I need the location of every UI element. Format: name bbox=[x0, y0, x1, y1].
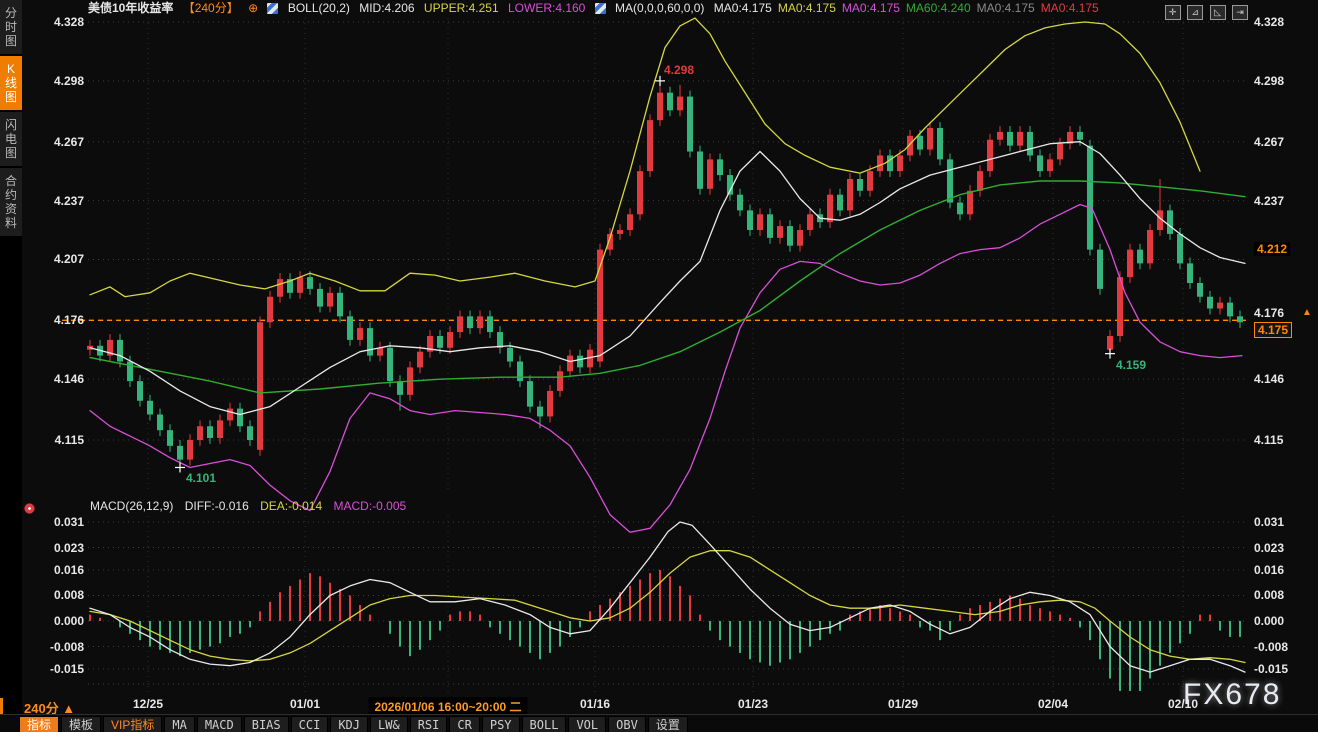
toolbar-button-macd[interactable]: MACD bbox=[197, 716, 242, 732]
ma-value: MA0:4.175 bbox=[842, 1, 900, 15]
boll-label: BOLL(20,2) bbox=[288, 1, 350, 15]
toolbar-button-psy[interactable]: PSY bbox=[482, 716, 520, 732]
toolbar-button-vol[interactable]: VOL bbox=[568, 716, 606, 732]
axis-tick: 0.000 bbox=[1254, 614, 1284, 628]
zoom-range-icon[interactable]: ⊿ bbox=[1187, 5, 1203, 20]
chart-application: { "header": { "symbol": "美债10年收益率", "per… bbox=[0, 0, 1318, 732]
macd-header: MACD(26,12,9) DIFF:-0.016 DEA:-0.014 MAC… bbox=[90, 499, 414, 513]
axis-tick: 0.008 bbox=[1254, 588, 1284, 602]
toolbar-button-boll[interactable]: BOLL bbox=[522, 716, 567, 732]
date-tick: 12/25 bbox=[133, 697, 163, 711]
ma-value: MA0:4.175 bbox=[977, 1, 1035, 15]
price-up-arrow-icon: ▲ bbox=[1302, 307, 1312, 318]
macd-title: MACD(26,12,9) bbox=[90, 499, 173, 513]
indicator-chip-icon bbox=[595, 3, 606, 14]
toolbar-button-lw-[interactable]: LW& bbox=[370, 716, 408, 732]
hot-marker-icon bbox=[24, 503, 35, 514]
axis-tick: 0.023 bbox=[0, 541, 84, 555]
date-tick: 01/01 bbox=[290, 697, 320, 711]
date-tick: 02/04 bbox=[1038, 697, 1068, 711]
boll-mid-value: MID:4.206 bbox=[359, 1, 414, 15]
axis-tick: 0.016 bbox=[0, 563, 84, 577]
ma-value: MA60:4.240 bbox=[906, 1, 971, 15]
axis-tick: 4.267 bbox=[1254, 135, 1284, 149]
add-indicator-icon[interactable]: ⊕ bbox=[248, 1, 258, 15]
toolbar-button-cr[interactable]: CR bbox=[449, 716, 479, 732]
toolbar-button-obv[interactable]: OBV bbox=[608, 716, 646, 732]
macd-diff-value: DIFF:-0.016 bbox=[185, 499, 249, 513]
macd-macd-value: MACD:-0.005 bbox=[333, 499, 406, 513]
indicator-chip-icon bbox=[267, 3, 278, 14]
axis-tick: 4.207 bbox=[0, 252, 84, 266]
toolbar-button-rsi[interactable]: RSI bbox=[410, 716, 448, 732]
axis-tick: 4.146 bbox=[0, 372, 84, 386]
toolbar-button-bias[interactable]: BIAS bbox=[244, 716, 289, 732]
axis-tick: 4.115 bbox=[1254, 433, 1283, 447]
axis-tick: 4.176 bbox=[0, 313, 84, 327]
move-icon[interactable]: ✛ bbox=[1165, 5, 1181, 20]
ma-value: MA0:4.175 bbox=[778, 1, 836, 15]
macd-dea-value: DEA:-0.014 bbox=[260, 499, 322, 513]
price-extreme-label: 4.101 bbox=[186, 471, 216, 485]
fx678-watermark: FX678 bbox=[1183, 678, 1281, 712]
toolbar-button--[interactable]: 设置 bbox=[648, 716, 688, 732]
ma-label: MA(0,0,0,60,0,0) bbox=[615, 1, 704, 15]
axis-tick: -0.015 bbox=[1254, 662, 1288, 676]
axis-tick: -0.008 bbox=[1254, 640, 1288, 654]
date-tick: 01/16 bbox=[580, 697, 610, 711]
boll-upper-value: UPPER:4.251 bbox=[424, 1, 499, 15]
ma-values: MA0:4.175 MA0:4.175 MA0:4.175 MA60:4.240 MA0… bbox=[714, 1, 1105, 15]
axis-tick: 4.298 bbox=[1254, 74, 1284, 88]
axis-tick: -0.015 bbox=[0, 662, 84, 676]
toolbar-button-cci[interactable]: CCI bbox=[291, 716, 329, 732]
toolbar-button--[interactable]: 指标 bbox=[19, 716, 59, 732]
date-tick: 01/23 bbox=[738, 697, 768, 711]
symbol-title: 美债10年收益率 bbox=[88, 1, 173, 15]
axis-tick: 4.328 bbox=[0, 15, 84, 29]
axis-tick: 4.328 bbox=[1254, 15, 1284, 29]
bottom-toolbar: 指标模板VIP指标MAMACDBIASCCIKDJLW&RSICRPSYBOLL… bbox=[0, 714, 1318, 732]
axis-tick: 0.000 bbox=[0, 614, 84, 628]
boll-lower-value: LOWER:4.160 bbox=[508, 1, 585, 15]
axis-tick: 0.031 bbox=[1254, 515, 1284, 529]
toolbar-button-kdj[interactable]: KDJ bbox=[330, 716, 368, 732]
price-extreme-label: 4.159 bbox=[1116, 358, 1146, 372]
chart-header: 美债10年收益率 【240分】 ⊕ BOLL(20,2) MID:4.206 U… bbox=[88, 1, 1111, 17]
axis-tick: 0.008 bbox=[0, 588, 84, 602]
axis-tick: 4.212 bbox=[1254, 242, 1290, 256]
axis-tick: 4.237 bbox=[0, 194, 84, 208]
period-badge: 【240分】 bbox=[183, 1, 239, 15]
axis-tick: 0.023 bbox=[1254, 541, 1284, 555]
price-extreme-label: 4.298 bbox=[664, 63, 694, 77]
zoom-out-range-icon[interactable]: ◺ bbox=[1210, 5, 1226, 20]
toolbar-button-ma[interactable]: MA bbox=[164, 716, 194, 732]
axis-tick: 4.237 bbox=[1254, 194, 1284, 208]
axis-tick: 0.016 bbox=[1254, 563, 1284, 577]
ma-value: MA0:4.175 bbox=[1041, 1, 1099, 15]
axis-tick: 4.298 bbox=[0, 74, 84, 88]
window-controls: ✛ ⊿ ◺ ⇥ bbox=[1163, 2, 1248, 20]
axis-tick: -0.008 bbox=[0, 640, 84, 654]
pan-right-icon[interactable]: ⇥ bbox=[1232, 5, 1248, 20]
toolbar-button--[interactable]: 模板 bbox=[61, 716, 101, 732]
axis-tick: 4.146 bbox=[1254, 372, 1284, 386]
toolbar-button-vip-[interactable]: VIP指标 bbox=[103, 716, 162, 732]
ma-value: MA0:4.175 bbox=[714, 1, 772, 15]
axis-tick: 4.267 bbox=[0, 135, 84, 149]
axis-tick: 4.115 bbox=[0, 433, 84, 447]
date-tick: 01/29 bbox=[888, 697, 918, 711]
axis-tick: 4.175 bbox=[1254, 322, 1292, 338]
axis-tick: 0.031 bbox=[0, 515, 84, 529]
axis-tick: 4.176 bbox=[1254, 306, 1284, 320]
